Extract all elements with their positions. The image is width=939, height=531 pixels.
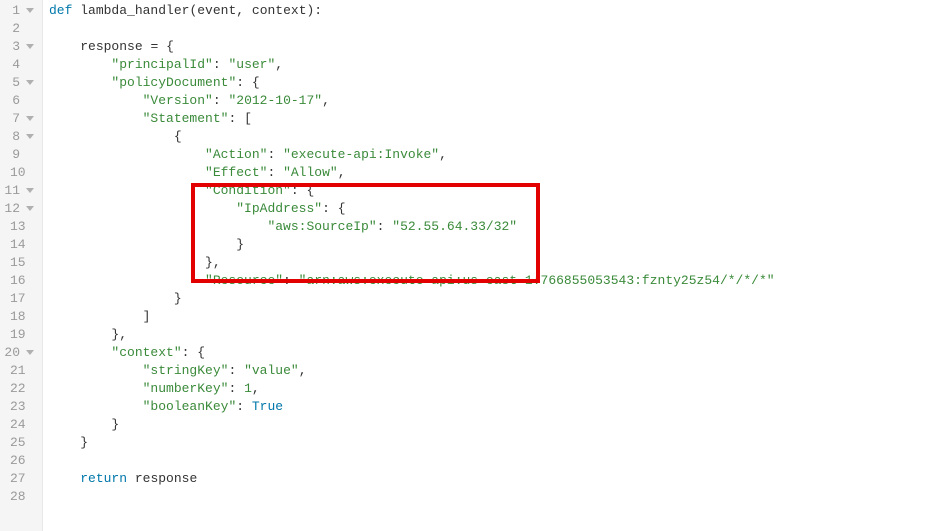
code-line[interactable]: "Condition": {: [49, 182, 939, 200]
line-number: 22: [10, 380, 36, 398]
code-line[interactable]: def lambda_handler(event, context):: [49, 2, 939, 20]
line-number: 20: [10, 344, 36, 362]
code-line[interactable]: "Version": "2012-10-17",: [49, 92, 939, 110]
line-number: 7: [10, 110, 36, 128]
line-number: 21: [10, 362, 36, 380]
code-line[interactable]: },: [49, 326, 939, 344]
line-number: 10: [10, 164, 36, 182]
code-line[interactable]: "IpAddress": {: [49, 200, 939, 218]
fold-icon[interactable]: [26, 80, 34, 85]
code-line[interactable]: [49, 20, 939, 38]
code-line[interactable]: }: [49, 434, 939, 452]
code-line[interactable]: [49, 488, 939, 506]
gutter: 1234567891011121314151617181920212223242…: [0, 0, 43, 531]
code-line[interactable]: "context": {: [49, 344, 939, 362]
fold-icon[interactable]: [26, 116, 34, 121]
code-line[interactable]: [49, 452, 939, 470]
code-line[interactable]: }: [49, 416, 939, 434]
code-line[interactable]: "stringKey": "value",: [49, 362, 939, 380]
line-number: 12: [10, 200, 36, 218]
line-number: 25: [10, 434, 36, 452]
line-number: 15: [10, 254, 36, 272]
code-line[interactable]: }: [49, 290, 939, 308]
code-line[interactable]: "Resource": "arn:aws:execute-api:us-east…: [49, 272, 939, 290]
code-line[interactable]: "Action": "execute-api:Invoke",: [49, 146, 939, 164]
line-number: 16: [10, 272, 36, 290]
line-number: 8: [10, 128, 36, 146]
fold-icon[interactable]: [26, 134, 34, 139]
line-number: 24: [10, 416, 36, 434]
code-area[interactable]: def lambda_handler(event, context): resp…: [43, 0, 939, 531]
line-number: 27: [10, 470, 36, 488]
code-line[interactable]: "numberKey": 1,: [49, 380, 939, 398]
line-number: 2: [10, 20, 36, 38]
fold-icon[interactable]: [26, 188, 34, 193]
line-number: 23: [10, 398, 36, 416]
line-number: 3: [10, 38, 36, 56]
code-line[interactable]: "booleanKey": True: [49, 398, 939, 416]
code-line[interactable]: "Effect": "Allow",: [49, 164, 939, 182]
code-line[interactable]: return response: [49, 470, 939, 488]
fold-icon[interactable]: [26, 350, 34, 355]
line-number: 19: [10, 326, 36, 344]
code-line[interactable]: "policyDocument": {: [49, 74, 939, 92]
fold-icon[interactable]: [26, 206, 34, 211]
code-line[interactable]: response = {: [49, 38, 939, 56]
line-number: 6: [10, 92, 36, 110]
line-number: 9: [10, 146, 36, 164]
code-line[interactable]: },: [49, 254, 939, 272]
code-line[interactable]: "Statement": [: [49, 110, 939, 128]
code-line[interactable]: }: [49, 236, 939, 254]
line-number: 13: [10, 218, 36, 236]
fold-icon[interactable]: [26, 8, 34, 13]
code-line[interactable]: {: [49, 128, 939, 146]
line-number: 1: [10, 2, 36, 20]
code-line[interactable]: ]: [49, 308, 939, 326]
line-number: 4: [10, 56, 36, 74]
line-number: 26: [10, 452, 36, 470]
line-number: 5: [10, 74, 36, 92]
line-number: 11: [10, 182, 36, 200]
line-number: 17: [10, 290, 36, 308]
line-number: 18: [10, 308, 36, 326]
code-line[interactable]: "principalId": "user",: [49, 56, 939, 74]
fold-icon[interactable]: [26, 44, 34, 49]
line-number: 14: [10, 236, 36, 254]
code-editor: 1234567891011121314151617181920212223242…: [0, 0, 939, 531]
line-number: 28: [10, 488, 36, 506]
code-line[interactable]: "aws:SourceIp": "52.55.64.33/32": [49, 218, 939, 236]
